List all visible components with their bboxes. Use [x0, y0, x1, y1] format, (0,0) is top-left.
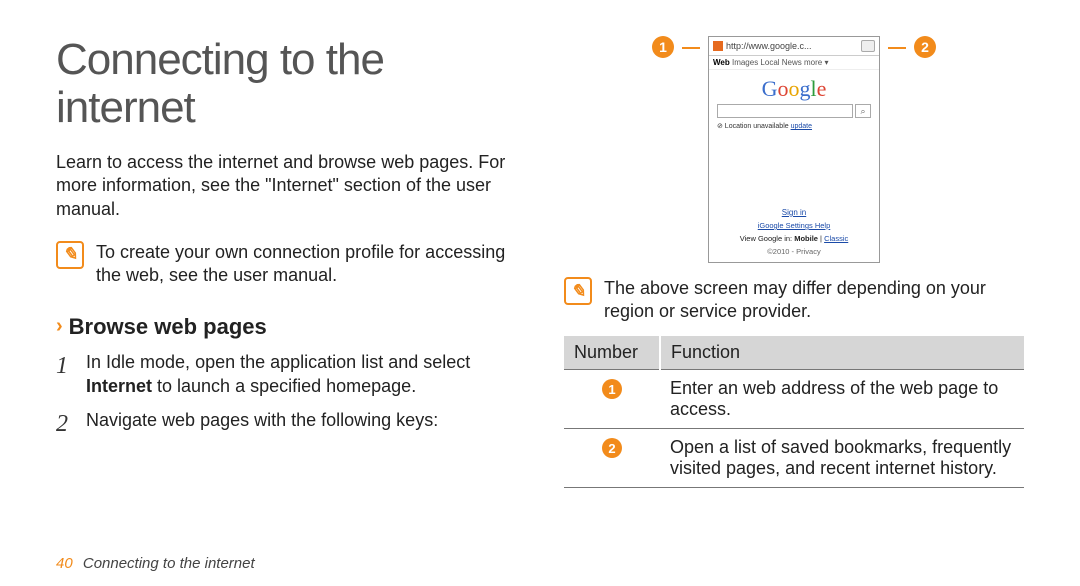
step-text-before: In Idle mode, open the application list …: [86, 352, 470, 372]
url-text: http://www.google.c...: [726, 41, 858, 51]
view-classic-link: Classic: [824, 234, 848, 243]
view-prefix: View Google in:: [740, 234, 794, 243]
right-column: 1 http://www.google.c... Web Images Loca…: [564, 36, 1024, 538]
footer-chapter-title: Connecting to the internet: [83, 555, 255, 572]
intro-paragraph: Learn to access the internet and browse …: [56, 151, 516, 221]
col-number-header: Number: [564, 336, 660, 370]
callout-1-icon: 1: [602, 379, 622, 399]
row-number-cell: 1: [564, 369, 660, 428]
location-prefix: ⊘ Location unavailable: [717, 123, 791, 130]
manual-page: Connecting to the internet Learn to acce…: [0, 0, 1080, 586]
title-line-1: Connecting to the: [56, 35, 384, 84]
col-function-header: Function: [660, 336, 1024, 370]
title-line-2: internet: [56, 83, 195, 132]
footer-links: iGoogle Settings Help: [709, 221, 879, 230]
step-text: In Idle mode, open the application list …: [86, 350, 516, 399]
google-nav-tabs: Web Images Local News more ▾: [709, 56, 879, 70]
step-number: 1: [56, 350, 74, 399]
phone-screenshot-with-callouts: 1 http://www.google.c... Web Images Loca…: [564, 36, 1024, 263]
logo-g2: g: [800, 76, 811, 101]
logo-e: e: [817, 76, 827, 101]
callout-line-right: [888, 47, 906, 49]
section-title: Browse web pages: [69, 314, 267, 340]
row-function-cell: Open a list of saved bookmarks, frequent…: [660, 428, 1024, 487]
search-row: ⌕: [709, 104, 879, 122]
note-text-2: The above screen may differ depending on…: [604, 277, 1024, 324]
bookmark-button-icon: [861, 40, 875, 52]
step-text-before: Navigate web pages with the following ke…: [86, 410, 438, 430]
step-number: 2: [56, 408, 74, 440]
page-number: 40: [56, 555, 73, 572]
site-favicon-icon: [713, 41, 723, 51]
step-text-after: to launch a specified homepage.: [152, 376, 416, 396]
step-text-bold: Internet: [86, 376, 152, 396]
note-block-2: ✎ The above screen may differ depending …: [564, 277, 1024, 324]
callout-1-badge: 1: [652, 36, 674, 58]
page-footer: 40 Connecting to the internet: [56, 555, 255, 572]
location-text: ⊘ Location unavailable update: [709, 122, 879, 136]
tab-web: Web: [713, 58, 730, 67]
section-heading: › Browse web pages: [56, 314, 516, 340]
location-update-link: update: [791, 123, 812, 130]
view-mode: View Google in: Mobile | Classic: [709, 234, 879, 243]
table-row: 1 Enter an web address of the web page t…: [564, 369, 1024, 428]
row-function-cell: Enter an web address of the web page to …: [660, 369, 1024, 428]
phone-spacer: [709, 136, 879, 208]
two-column-layout: Connecting to the internet Learn to acce…: [56, 36, 1024, 538]
step-2: 2 Navigate web pages with the following …: [56, 408, 516, 440]
copyright: ©2010 - Privacy: [709, 247, 879, 262]
address-bar: http://www.google.c...: [709, 37, 879, 56]
note-text-1: To create your own connection profile fo…: [96, 241, 516, 288]
chevron-right-icon: ›: [56, 315, 63, 338]
callout-2-badge: 2: [914, 36, 936, 58]
row-number-cell: 2: [564, 428, 660, 487]
step-text: Navigate web pages with the following ke…: [86, 408, 438, 440]
signin-link: Sign in: [709, 208, 879, 217]
table-row: 2 Open a list of saved bookmarks, freque…: [564, 428, 1024, 487]
table-header-row: Number Function: [564, 336, 1024, 370]
page-title: Connecting to the internet: [56, 36, 516, 133]
phone-screenshot: http://www.google.c... Web Images Local …: [708, 36, 880, 263]
note-block-1: ✎ To create your own connection profile …: [56, 241, 516, 288]
left-column: Connecting to the internet Learn to acce…: [56, 36, 516, 538]
tabs-rest: Images Local News more ▾: [730, 58, 829, 67]
logo-g: G: [762, 76, 778, 101]
step-1: 1 In Idle mode, open the application lis…: [56, 350, 516, 399]
logo-o2: o: [789, 76, 800, 101]
callout-2-icon: 2: [602, 438, 622, 458]
callout-table: Number Function 1 Enter an web address o…: [564, 336, 1024, 488]
callout-line-left: [682, 47, 700, 49]
logo-o1: o: [778, 76, 789, 101]
search-box: [717, 104, 853, 118]
search-button-icon: ⌕: [855, 104, 871, 118]
note-icon: ✎: [56, 241, 84, 269]
note-icon: ✎: [564, 277, 592, 305]
google-logo: Google: [709, 70, 879, 104]
view-mobile: Mobile: [794, 234, 818, 243]
